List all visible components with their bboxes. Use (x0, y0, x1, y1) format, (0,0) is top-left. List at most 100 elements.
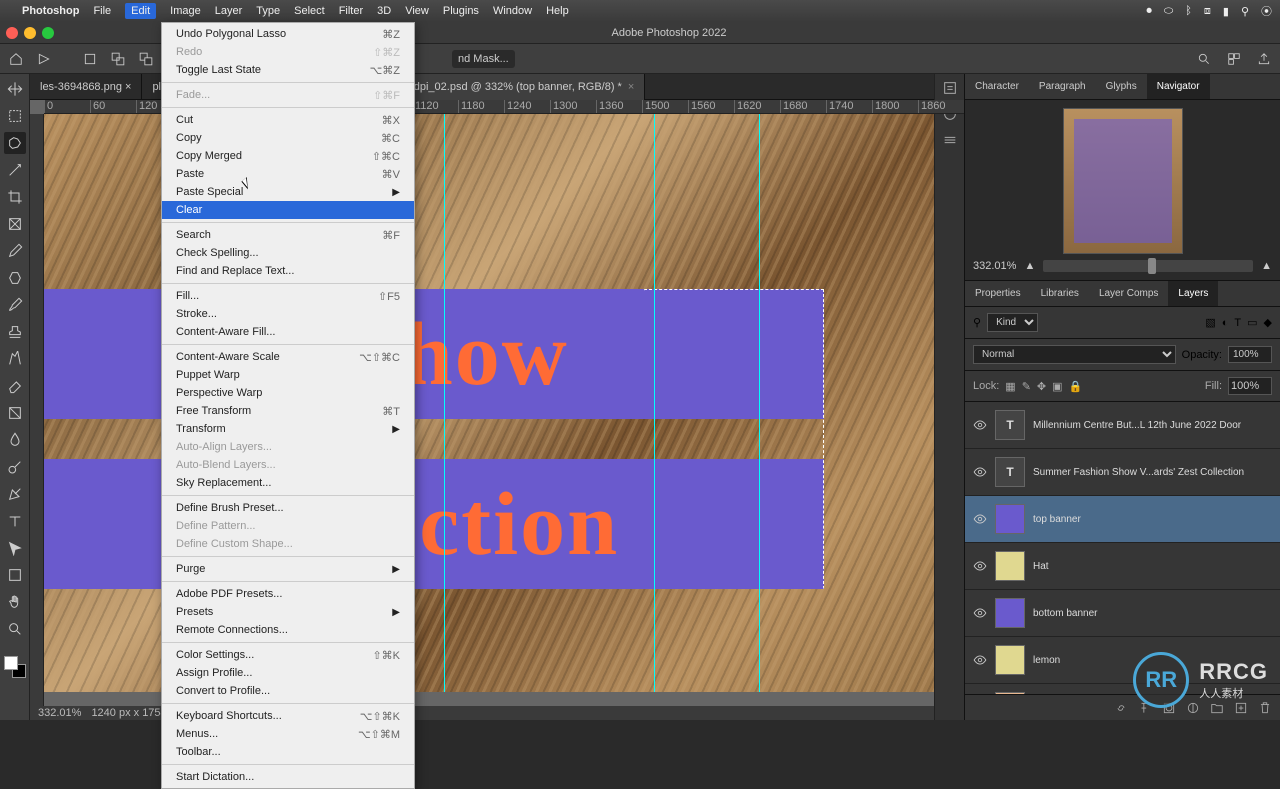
menu-item-transform[interactable]: Transform▶ (162, 420, 414, 438)
tab-layercomps[interactable]: Layer Comps (1089, 281, 1168, 306)
guide[interactable] (654, 114, 655, 692)
traffic-lights[interactable] (6, 27, 54, 39)
menu-item-clear[interactable]: Clear (162, 201, 414, 219)
menu-item-find-and-replace-text[interactable]: Find and Replace Text... (162, 262, 414, 280)
menu-file[interactable]: File (93, 5, 111, 17)
sel-add-icon[interactable] (108, 49, 128, 69)
mask-button[interactable]: nd Mask... (452, 50, 515, 68)
visibility-icon[interactable] (973, 418, 987, 432)
menu-item-perspective-warp[interactable]: Perspective Warp (162, 384, 414, 402)
tab-navigator[interactable]: Navigator (1147, 74, 1210, 99)
battery-icon[interactable]: ▮ (1223, 5, 1229, 18)
shape-tool-icon[interactable] (4, 564, 26, 586)
control-icon[interactable]: ⦿ (1261, 3, 1272, 19)
close-button[interactable] (6, 27, 18, 39)
layer-row[interactable]: bottom banner (965, 590, 1280, 637)
layer-name[interactable]: Hat (1033, 561, 1272, 572)
layer-row[interactable]: TSummer Fashion Show V...ards' Zest Coll… (965, 449, 1280, 496)
menu-item-undo-polygonal-lasso[interactable]: Undo Polygonal Lasso⌘Z (162, 25, 414, 43)
layers-list[interactable]: TMillennium Centre But...L 12th June 202… (965, 402, 1280, 694)
menu-3d[interactable]: 3D (377, 5, 391, 17)
move-tool-icon[interactable] (4, 78, 26, 100)
blend-mode[interactable]: Normal (973, 345, 1176, 364)
visibility-icon[interactable] (973, 653, 987, 667)
filter-adj-icon[interactable]: ◐ (1222, 317, 1229, 329)
menu-item-define-brush-preset[interactable]: Define Brush Preset... (162, 499, 414, 517)
zoom-readout[interactable]: 332.01% (38, 707, 81, 719)
wifi-icon[interactable]: ⧈ (1204, 5, 1211, 18)
tab-libraries[interactable]: Libraries (1031, 281, 1089, 306)
menu-item-stroke[interactable]: Stroke... (162, 305, 414, 323)
link-icon[interactable] (1114, 701, 1128, 715)
crop-tool-icon[interactable] (4, 186, 26, 208)
spotlight-icon[interactable]: ⚲ (1241, 5, 1249, 18)
eraser-tool-icon[interactable] (4, 375, 26, 397)
path-tool-icon[interactable] (4, 537, 26, 559)
lock-pos-icon[interactable]: ✥ (1037, 380, 1046, 393)
layer-name[interactable]: top banner (1033, 514, 1272, 525)
filter-shape-icon[interactable]: ▭ (1247, 316, 1257, 329)
menu-plugins[interactable]: Plugins (443, 5, 479, 17)
guide[interactable] (759, 114, 760, 692)
menu-item-assign-profile[interactable]: Assign Profile... (162, 664, 414, 682)
home-icon[interactable] (6, 49, 26, 69)
tab-paragraph[interactable]: Paragraph (1029, 74, 1096, 99)
maximize-button[interactable] (42, 27, 54, 39)
filter-type-icon[interactable]: T (1234, 317, 1241, 329)
menu-view[interactable]: View (405, 5, 429, 17)
dodge-tool-icon[interactable] (4, 456, 26, 478)
zoom-value[interactable]: 332.01% (973, 260, 1016, 272)
menu-item-search[interactable]: Search⌘F (162, 226, 414, 244)
filter-kind[interactable]: Kind (987, 313, 1038, 332)
lasso-tool-icon[interactable] (4, 132, 26, 154)
mac-menubar[interactable]: Photoshop File Edit Image Layer Type Sel… (0, 0, 1280, 22)
fill-input[interactable] (1228, 377, 1272, 395)
stamp-tool-icon[interactable] (4, 321, 26, 343)
menu-type[interactable]: Type (256, 5, 280, 17)
visibility-icon[interactable] (973, 606, 987, 620)
navigator-thumbnail[interactable] (1063, 108, 1183, 254)
tab-0[interactable]: les-3694868.png × (30, 74, 142, 100)
marquee-tool-icon[interactable] (4, 105, 26, 127)
visibility-icon[interactable] (973, 512, 987, 526)
menu-edit[interactable]: Edit (125, 3, 156, 19)
swatch-panel-icon[interactable] (942, 132, 958, 148)
pen-tool-icon[interactable] (4, 483, 26, 505)
app-menu[interactable]: Photoshop (22, 5, 79, 17)
menu-image[interactable]: Image (170, 5, 201, 17)
tab-layers[interactable]: Layers (1168, 281, 1218, 306)
search-icon[interactable] (1194, 49, 1214, 69)
right-panel-dock[interactable]: Character Paragraph Glyphs Navigator 332… (964, 74, 1280, 720)
menu-item-keyboard-shortcuts[interactable]: Keyboard Shortcuts...⌥⇧⌘K (162, 707, 414, 725)
menu-item-content-aware-scale[interactable]: Content-Aware Scale⌥⇧⌘C (162, 348, 414, 366)
guide[interactable] (444, 114, 445, 692)
collapsed-panel-strip[interactable] (934, 74, 964, 720)
menu-item-convert-to-profile[interactable]: Convert to Profile... (162, 682, 414, 700)
record-icon[interactable]: ⏺ (1146, 5, 1152, 18)
menu-item-adobe-pdf-presets[interactable]: Adobe PDF Presets... (162, 585, 414, 603)
menu-item-fill[interactable]: Fill...⇧F5 (162, 287, 414, 305)
zoom-slider[interactable] (1043, 260, 1253, 272)
color-swatches[interactable] (4, 656, 26, 678)
lock-nest-icon[interactable]: ▣ (1052, 380, 1062, 393)
menu-item-free-transform[interactable]: Free Transform⌘T (162, 402, 414, 420)
menu-item-cut[interactable]: Cut⌘X (162, 111, 414, 129)
menu-window[interactable]: Window (493, 5, 532, 17)
tab-properties[interactable]: Properties (965, 281, 1031, 306)
visibility-icon[interactable] (973, 559, 987, 573)
layer-row[interactable]: top banner (965, 496, 1280, 543)
zoom-in-icon[interactable]: ▲ (1261, 260, 1272, 272)
wand-tool-icon[interactable] (4, 159, 26, 181)
navigator-panel[interactable]: 332.01% ▲ ▲ (965, 100, 1280, 281)
frame-tool-icon[interactable] (4, 213, 26, 235)
menu-filter[interactable]: Filter (339, 5, 363, 17)
menu-item-menus[interactable]: Menus...⌥⇧⌘M (162, 725, 414, 743)
menu-item-content-aware-fill[interactable]: Content-Aware Fill... (162, 323, 414, 341)
visibility-icon[interactable] (973, 465, 987, 479)
bluetooth-icon[interactable]: ᛒ (1185, 5, 1192, 17)
heal-tool-icon[interactable] (4, 267, 26, 289)
menu-item-copy-merged[interactable]: Copy Merged⇧⌘C (162, 147, 414, 165)
filter-image-icon[interactable]: ▧ (1205, 316, 1215, 329)
brush-tool-icon[interactable] (4, 294, 26, 316)
lock-all-icon[interactable]: 🔒 (1069, 380, 1083, 393)
